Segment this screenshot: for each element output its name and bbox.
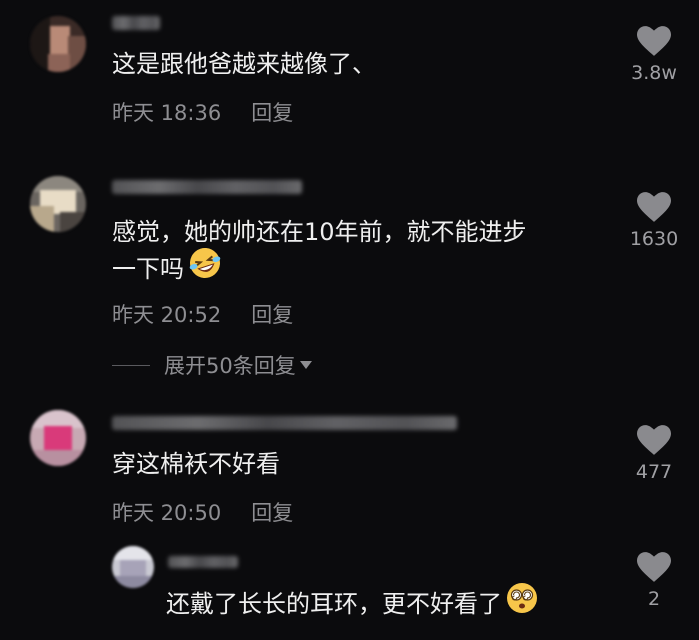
avatar[interactable]: [112, 546, 154, 588]
reply-text: 还戴了长长的耳环，更不好看了: [166, 582, 538, 628]
sub-reply: 还戴了长长的耳环，更不好看了 2: [0, 0, 699, 640]
like-button[interactable]: 2: [614, 552, 694, 610]
dizzy-face-emoji-icon: [506, 582, 538, 628]
heart-icon: [637, 552, 671, 582]
reply-text-content: 还戴了长长的耳环，更不好看了: [166, 590, 502, 618]
like-count: 2: [647, 588, 661, 610]
username-blurred[interactable]: [168, 556, 238, 568]
